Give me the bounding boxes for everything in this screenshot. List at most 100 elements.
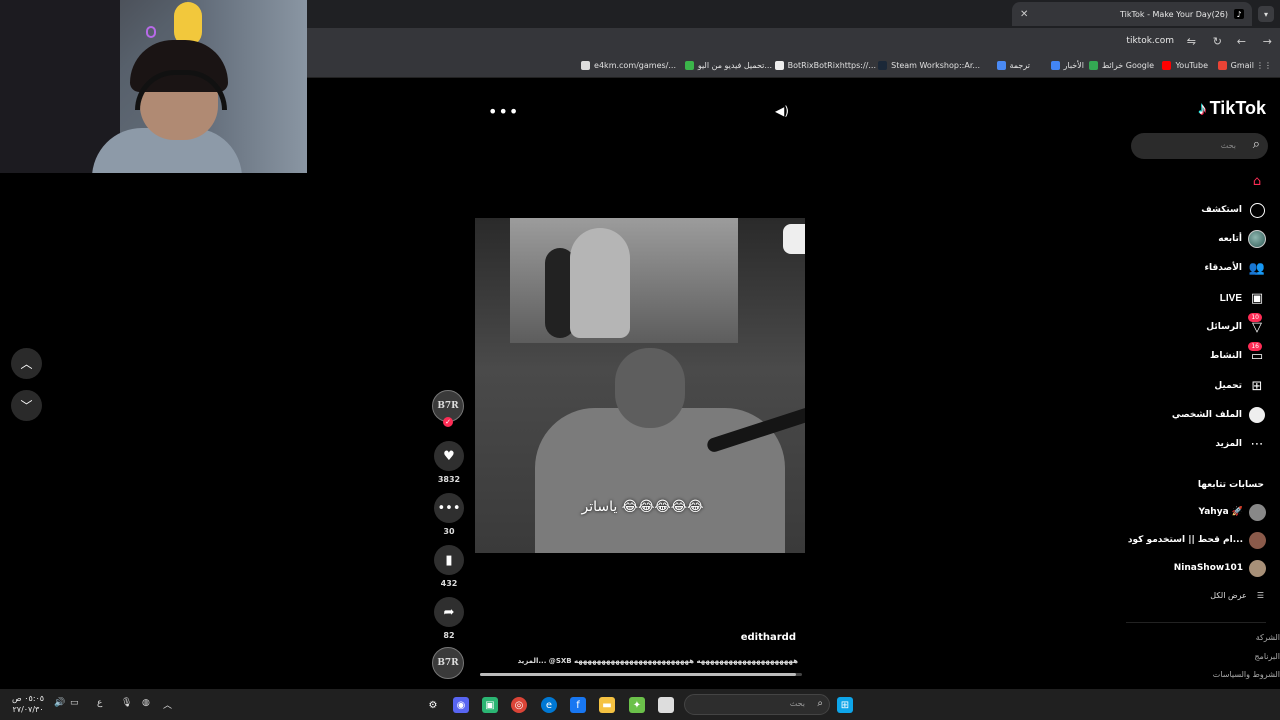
comment-icon[interactable]: ••• (434, 493, 464, 523)
mic-tray-icon[interactable]: 🎙 (121, 698, 132, 708)
footer-link[interactable]: الشركة (1256, 633, 1280, 642)
volume-icon[interactable]: ◀) (775, 104, 789, 118)
comment-action[interactable]: ••• 30 (431, 493, 467, 536)
back-icon[interactable]: ← (1237, 35, 1246, 48)
bookmark-item[interactable]: ترجمة (996, 61, 1030, 70)
share-action[interactable]: ➦ 82 (431, 597, 467, 640)
avatar (1249, 559, 1266, 577)
search-input[interactable]: بحث ⌕ (1131, 133, 1268, 159)
bookmark-item[interactable]: Gmail (1217, 61, 1254, 70)
bookmark-item[interactable]: Steam Workshop::Ar... (878, 61, 980, 70)
save-count: 432 (440, 579, 458, 588)
notepad-app-icon[interactable] (658, 697, 674, 713)
search-icon[interactable]: ⌕ (1253, 137, 1260, 152)
following-account[interactable]: Yahya 🚀 (1199, 502, 1266, 522)
footer-link[interactable]: الشروط والسياسات (1213, 670, 1280, 679)
tab-title: (26)TikTok - Make Your Day (1120, 9, 1228, 19)
friends-icon: 👥 (1248, 260, 1266, 276)
close-tab-icon[interactable]: ✕ (1020, 9, 1028, 20)
profile-icon (1248, 406, 1266, 424)
upload-icon: ⊞ (1251, 378, 1263, 394)
reload-icon[interactable]: ↻ (1213, 35, 1222, 48)
search-icon: ⌕ (817, 698, 823, 709)
home-icon: ⌂ (1252, 173, 1262, 189)
tiktok-logo[interactable]: ♪ TikTok (1198, 98, 1266, 119)
windows-taskbar: ٠٥:٠٥ ص ٢٧/٠٧/٣٠ 🔊 ▭ ع 🎙 ◍ ︿ ⚙ ◉ ▣ ◎ e f… (0, 689, 1280, 720)
tray-chevron-icon[interactable]: ︿ (163, 698, 172, 711)
bookmark-icon[interactable]: ▮ (434, 545, 464, 575)
nav-activity[interactable]: النشاط ▭ 16 (1096, 342, 1266, 368)
system-clock[interactable]: ٠٥:٠٥ ص ٢٧/٠٧/٣٠ (12, 693, 44, 715)
following-title: حسابات تتابعها (1197, 480, 1264, 490)
game-app-icon[interactable]: ▣ (482, 697, 498, 713)
nav-upload[interactable]: تحميل ⊞ (1096, 374, 1266, 398)
neon-light (146, 26, 156, 38)
messages-badge: 10 (1248, 313, 1262, 322)
live-icon: ▣ (1250, 290, 1264, 306)
avatar (1249, 503, 1266, 521)
follow-check-icon[interactable]: ✓ (443, 417, 453, 427)
site-settings-icon[interactable]: ⇋ (1187, 35, 1196, 48)
nav-profile[interactable]: الملف الشخصي (1096, 403, 1266, 427)
bookmark-item[interactable]: e4km.com/games/... (581, 61, 676, 70)
language-indicator[interactable]: ع (97, 698, 102, 708)
share-icon[interactable]: ➦ (434, 597, 464, 627)
following-account[interactable]: NinaShow101 (1174, 558, 1266, 578)
file-explorer-icon[interactable]: ▬ (599, 697, 615, 713)
avatar-icon (1248, 230, 1266, 248)
bookmark-item[interactable]: خرائط Google (1088, 61, 1154, 70)
bookmark-item[interactable]: الأخبار (1050, 61, 1084, 70)
sound-avatar[interactable]: B7R (432, 647, 464, 679)
facebook-app-icon[interactable]: f (570, 697, 586, 713)
tray-app-icon[interactable]: ◍ (142, 698, 150, 708)
video-caption: ياساتر 😂😂😂😂😂 (581, 499, 704, 515)
tab-search-icon[interactable]: ▾ (1258, 6, 1274, 22)
volume-tray-icon[interactable]: 🔊 (54, 698, 65, 708)
network-tray-icon[interactable]: ▭ (70, 698, 79, 708)
heart-icon[interactable]: ♥ (434, 441, 464, 471)
nav-home[interactable]: ⌂ (1096, 169, 1266, 193)
divider (1126, 622, 1266, 623)
nav-explore[interactable]: استكشف (1096, 198, 1266, 222)
xbox-app-icon[interactable]: ✦ (629, 697, 645, 713)
video-more-icon[interactable]: ••• (488, 102, 519, 121)
more-icon: ⋯ (1250, 436, 1264, 452)
tiktok-note-icon: ♪ (1198, 98, 1207, 118)
share-count: 82 (443, 631, 455, 640)
screen: + ♪ (26)TikTok - Make Your Day ✕ ▾ → ← ↻… (0, 0, 1280, 720)
save-action[interactable]: ▮ 432 (431, 545, 467, 588)
avatar (1249, 531, 1266, 549)
edge-app-icon[interactable]: e (541, 697, 557, 713)
nav-messages[interactable]: الرسائل ▽ 10 (1096, 313, 1266, 339)
windows-start-icon[interactable]: ⊞ (837, 697, 853, 713)
see-all-link[interactable]: عرض الكل ☰ (1210, 591, 1264, 600)
chrome-app-icon[interactable]: ◎ (511, 697, 527, 713)
footer-link[interactable]: البرنامج (1254, 652, 1280, 661)
nav-friends[interactable]: الأصدقاء 👥 (1096, 256, 1266, 280)
nav-live[interactable]: LIVE ▣ (1096, 286, 1266, 310)
video-progress-bar[interactable] (480, 673, 802, 676)
bookmark-item[interactable]: BotRixBotRixhttps://... (774, 61, 876, 70)
next-video-button[interactable]: ﹀ (11, 390, 42, 421)
apps-icon[interactable]: ⋮⋮ (1256, 61, 1272, 70)
like-action[interactable]: ♥ 3832 (431, 441, 467, 484)
man-in-video (615, 348, 685, 428)
bookmark-item[interactable]: تحميل فيديو من اليو... (684, 61, 772, 70)
webcam-overlay (0, 0, 307, 173)
activity-badge: 16 (1248, 342, 1262, 351)
video-description[interactable]: هههههههههههههههههههههه ههههههههههههههههه… (486, 657, 798, 665)
url-text[interactable]: tiktok.com (1126, 36, 1174, 46)
bookmark-item[interactable]: YouTube (1162, 61, 1208, 70)
previous-video-button[interactable]: ︿ (11, 348, 42, 379)
browser-tab[interactable]: ♪ (26)TikTok - Make Your Day ✕ (1012, 2, 1252, 26)
creator-username[interactable]: edithardd (741, 632, 796, 643)
discord-app-icon[interactable]: ◉ (453, 697, 469, 713)
comment-count: 30 (443, 527, 455, 536)
list-icon: ☰ (1256, 591, 1264, 600)
forward-icon[interactable]: → (1263, 35, 1272, 48)
settings-app-icon[interactable]: ⚙ (425, 697, 441, 713)
taskbar-search-input[interactable]: بحث ⌕ (684, 694, 830, 715)
nav-following[interactable]: أتابعه (1096, 227, 1266, 251)
following-account[interactable]: ام قحط || استخدمو كود... (1128, 530, 1266, 550)
nav-more[interactable]: المزيد ⋯ (1096, 432, 1266, 456)
